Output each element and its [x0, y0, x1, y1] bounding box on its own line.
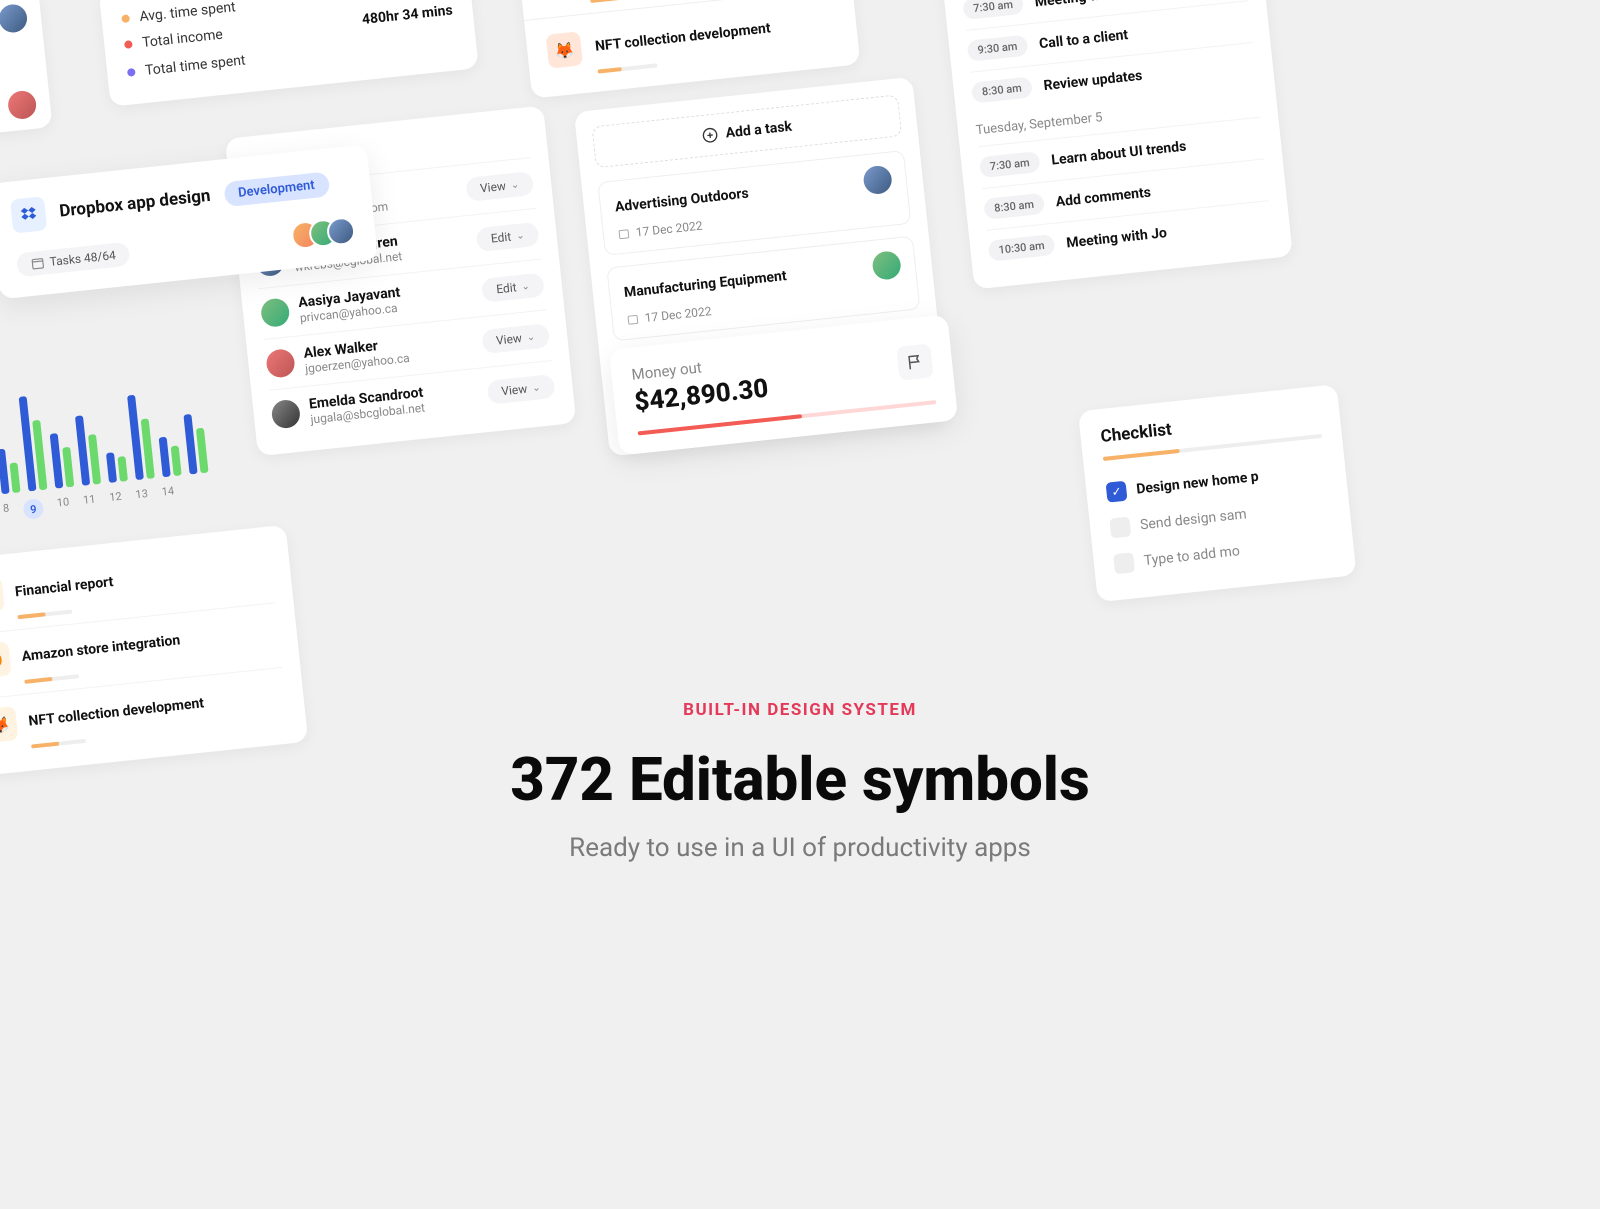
chevron-down-icon: ⌄: [526, 331, 535, 343]
axis-label: 12: [109, 490, 123, 511]
project-icon: 📊: [0, 577, 5, 614]
event-time: 10:30 am: [988, 234, 1056, 262]
avatar: [871, 250, 902, 281]
chart-bar: [62, 447, 74, 488]
chart-bar: [0, 449, 10, 495]
avatar: [862, 165, 893, 196]
event-time: 7:30 am: [962, 0, 1024, 20]
plus-circle-icon: [701, 126, 719, 144]
checkbox[interactable]: [1109, 517, 1131, 539]
chevron-down-icon: ⌄: [532, 382, 541, 394]
view-button[interactable]: View ⌄: [465, 171, 534, 202]
avatar: [260, 297, 291, 328]
calendar-icon: [626, 313, 639, 326]
card-title: Dropbox app design: [58, 186, 211, 222]
chart-bar: [50, 433, 64, 489]
axis-label: 14: [161, 484, 175, 505]
view-button[interactable]: View ⌄: [486, 374, 555, 405]
axis-label: 8: [2, 502, 10, 523]
event-time: 7:30 am: [979, 151, 1041, 178]
project-icon: 🟠: [0, 641, 12, 678]
project-title: NFT collection development: [594, 20, 771, 54]
tasks-count[interactable]: Tasks 48/64: [16, 242, 131, 278]
task-title: Manufacturing Equipment: [623, 268, 787, 301]
task-title: Advertising Outdoors: [614, 186, 749, 216]
chart-bar: [117, 456, 128, 482]
chart-bar: [10, 462, 21, 493]
people-snippet: om: [0, 0, 53, 146]
event-title: Meeting with Jo: [1066, 225, 1168, 251]
event-time: 9:30 am: [967, 35, 1029, 62]
event-title: Learn about UI trends: [1051, 138, 1187, 168]
checkbox[interactable]: ✓: [1106, 481, 1128, 503]
project-title: Amazon store integration: [21, 632, 181, 665]
event-title: Review updates: [1043, 67, 1143, 93]
edit-button[interactable]: Edit ⌄: [476, 222, 540, 252]
hero-title: 372 Editable symbols: [0, 744, 1600, 815]
hero-overline: BUILT-IN DESIGN SYSTEM: [0, 700, 1600, 720]
edit-button[interactable]: Edit ⌄: [481, 272, 545, 302]
chart-bar: [159, 437, 171, 478]
chart-bar: [75, 415, 90, 485]
task-date: 17 Dec 2022: [635, 219, 703, 240]
stats-card: Avg. time spent Total income 480hr 34 mi…: [99, 0, 479, 107]
stat-value: 480hr 34 mins: [361, 2, 453, 27]
event-title: Call to a client: [1038, 27, 1128, 52]
nft-icon: 🦊: [546, 31, 583, 68]
status-badge: Development: [223, 171, 330, 207]
chevron-down-icon: ⌄: [521, 280, 530, 292]
stat-label: Total income: [141, 27, 223, 51]
projects-card: 🟠 Amazon store integration 🦊 NFT collect…: [516, 0, 861, 99]
chart-bar: [127, 395, 144, 480]
hero-subtitle: Ready to use in a UI of productivity app…: [0, 833, 1600, 863]
hero: BUILT-IN DESIGN SYSTEM 372 Editable symb…: [0, 700, 1600, 863]
chevron-down-icon: ⌄: [516, 230, 525, 242]
chart-bar: [106, 452, 117, 483]
stat-label: Total time spent: [144, 52, 246, 78]
avatar-group: [300, 216, 357, 249]
dropbox-icon: [10, 196, 47, 233]
checklist-label: Type to add mo: [1143, 543, 1240, 569]
checkbox[interactable]: [1113, 552, 1135, 574]
bar-chart: 4567891011121314: [0, 353, 211, 530]
checklist-card: Checklist ✓ Design new home p Send desig…: [1078, 384, 1357, 602]
avatar: [270, 399, 301, 430]
checklist-label: Design new home p: [1136, 469, 1260, 498]
checklist-label: Send design sam: [1139, 506, 1247, 533]
axis-label: 13: [135, 487, 149, 508]
calendar-icon: [30, 256, 45, 271]
chevron-down-icon: ⌄: [510, 179, 519, 191]
event-time: 8:30 am: [971, 76, 1033, 103]
schedule-card: Monday, September 4 7:30 am Meeting with…: [935, 0, 1293, 289]
task-date: 17 Dec 2022: [644, 304, 712, 325]
flag-icon: [896, 343, 933, 380]
axis-label: 10: [56, 495, 70, 516]
project-title: Financial report: [14, 574, 114, 600]
avatar: [265, 348, 296, 379]
chart-bar: [183, 414, 197, 475]
chart-bar: [88, 434, 101, 485]
axis-label: 9: [22, 498, 44, 520]
event-time: 8:30 am: [983, 193, 1045, 220]
view-button[interactable]: View ⌄: [481, 323, 550, 354]
event-title: Add comments: [1055, 184, 1152, 210]
axis-label: 11: [82, 493, 96, 514]
chart-bar: [171, 445, 182, 476]
calendar-icon: [617, 227, 630, 240]
chart-bar: [196, 428, 209, 474]
